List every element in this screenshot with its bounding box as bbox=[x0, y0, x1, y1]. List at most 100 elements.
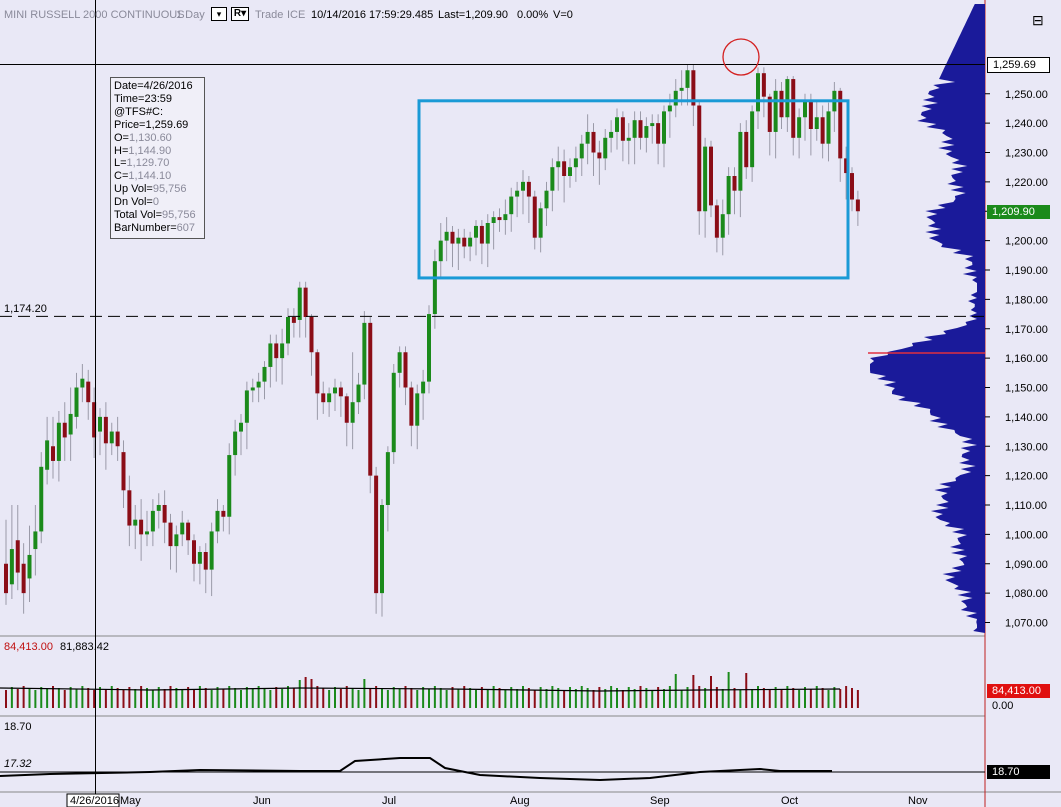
quote-date: 10/14/2016 bbox=[311, 9, 367, 21]
volume-bar bbox=[216, 687, 219, 708]
candle-down bbox=[791, 79, 796, 138]
candle-up bbox=[250, 387, 255, 391]
candle-down bbox=[368, 322, 373, 476]
volume-bar bbox=[762, 688, 765, 708]
candle-up bbox=[615, 117, 619, 132]
candle-down bbox=[203, 552, 208, 570]
y-tick-label: 1,250.00 bbox=[1005, 89, 1048, 101]
x-tick-label: Oct bbox=[781, 795, 798, 807]
x-tick-label: May bbox=[120, 795, 141, 807]
volume-bar bbox=[104, 689, 107, 708]
candle-down bbox=[309, 317, 314, 353]
volume-bar bbox=[469, 688, 472, 708]
volume-bar bbox=[410, 688, 413, 708]
volume-bar bbox=[151, 690, 154, 708]
info-dn-vol: Dn Vol=0 bbox=[114, 196, 159, 209]
volume-bar bbox=[551, 686, 554, 708]
symbol-name[interactable]: MINI RUSSELL 2000 CONTINUOUS bbox=[4, 9, 185, 21]
volume-bar bbox=[87, 688, 90, 708]
candle-up bbox=[626, 137, 631, 141]
candle-down bbox=[139, 519, 144, 535]
volume-bar bbox=[663, 689, 665, 708]
volume-bar bbox=[475, 690, 477, 708]
info-up-vol: Up Vol=95,756 bbox=[114, 183, 187, 196]
candle-up bbox=[609, 131, 614, 138]
volume-bar bbox=[533, 690, 536, 708]
candle-down bbox=[779, 90, 784, 118]
volume-bar bbox=[16, 689, 19, 708]
candle-up bbox=[773, 90, 778, 132]
candle-down bbox=[820, 117, 825, 144]
candle-up bbox=[550, 167, 555, 191]
candle-down bbox=[855, 199, 860, 212]
y-tick-label: 1,070.00 bbox=[1005, 618, 1048, 630]
volume-header-black: 81,883.42 bbox=[60, 641, 109, 653]
candle-up bbox=[27, 554, 32, 579]
candle-down bbox=[4, 563, 8, 594]
interval-label[interactable]: 1 Day bbox=[176, 9, 205, 21]
interval-dropdown[interactable]: ▾ bbox=[211, 7, 227, 21]
candle-up bbox=[397, 352, 402, 373]
indicator-line bbox=[0, 757, 832, 782]
candle-down bbox=[709, 146, 713, 206]
r-button[interactable]: R▾ bbox=[231, 7, 249, 21]
data-window: Date=4/26/2016 Time=23:59 @TFS#C: Price=… bbox=[110, 77, 205, 239]
candle-up bbox=[209, 531, 214, 570]
volume-bar bbox=[733, 688, 736, 708]
candle-down bbox=[86, 381, 91, 403]
indicator-line-label: 17.32 bbox=[4, 758, 32, 770]
candle-down bbox=[338, 387, 343, 397]
volume-bar bbox=[598, 687, 601, 708]
candle-up bbox=[262, 366, 267, 382]
candle-down bbox=[850, 173, 854, 200]
volume-bar bbox=[245, 687, 248, 708]
candle-down bbox=[303, 287, 308, 317]
candle-up bbox=[350, 402, 355, 423]
candle-up bbox=[738, 131, 743, 191]
candle-down bbox=[620, 117, 625, 141]
volume-bar bbox=[5, 690, 7, 708]
candle-up bbox=[174, 534, 179, 547]
quote-time: 17:59:29.485 bbox=[369, 9, 434, 21]
volume-bar bbox=[398, 689, 401, 708]
candle-up bbox=[333, 387, 337, 394]
candle-down bbox=[15, 540, 20, 573]
candle-down bbox=[344, 396, 349, 423]
candle-up bbox=[197, 552, 202, 564]
volume-bar bbox=[680, 690, 683, 708]
window-menu-icon[interactable]: ⊟ bbox=[1032, 12, 1044, 29]
candle-down bbox=[127, 490, 132, 526]
info-bar-number: BarNumber=607 bbox=[114, 221, 196, 234]
candle-up bbox=[56, 422, 61, 461]
candle-up bbox=[356, 384, 361, 403]
candle-up bbox=[98, 416, 102, 432]
volume-bar bbox=[592, 690, 595, 708]
candle-down bbox=[51, 446, 55, 461]
volume-bar bbox=[304, 677, 307, 708]
y-tick-label: 1,240.00 bbox=[1005, 118, 1048, 130]
volume-bar bbox=[451, 687, 454, 708]
volume-bar bbox=[821, 688, 824, 708]
candle-up bbox=[456, 237, 461, 244]
volume-bar bbox=[46, 689, 49, 708]
volume-bar bbox=[287, 686, 289, 708]
candle-up bbox=[244, 390, 249, 423]
volume-bar bbox=[522, 686, 524, 708]
volume-bar bbox=[240, 690, 242, 708]
y-tick-label: 1,140.00 bbox=[1005, 412, 1048, 424]
crosshair-price-tag: 1,259.69 bbox=[987, 57, 1050, 73]
volume-bar bbox=[856, 690, 859, 708]
volume-bar bbox=[75, 689, 78, 708]
candle-up bbox=[685, 70, 690, 88]
info-time: Time=23:59 bbox=[114, 92, 172, 105]
volume-bar bbox=[827, 690, 830, 708]
volume-bar bbox=[57, 688, 60, 708]
candle-up bbox=[703, 146, 708, 212]
candle-up bbox=[74, 387, 79, 417]
candle-up bbox=[286, 317, 290, 344]
volume-bar bbox=[516, 689, 519, 708]
peak-circle-annotation bbox=[722, 38, 760, 76]
volume-bar bbox=[610, 686, 613, 708]
volume-bar bbox=[574, 689, 577, 708]
volume-bar bbox=[439, 688, 442, 708]
